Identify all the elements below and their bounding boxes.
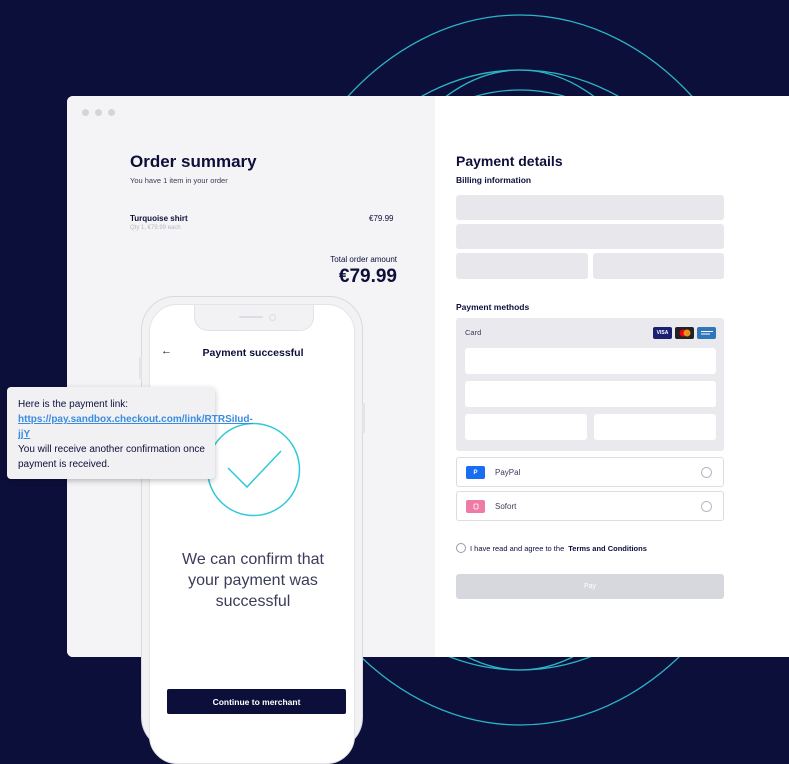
confirmation-text: We can confirm that your payment was suc… (182, 551, 324, 610)
terms-link[interactable]: Terms and Conditions (568, 544, 647, 553)
phone-side-button (362, 403, 365, 433)
phone-mockup: ← Payment successful We can confirm that… (139, 296, 365, 764)
continue-to-merchant-button[interactable]: Continue to merchant (167, 689, 346, 714)
item-qty: Qty 1, €79.99 each (130, 225, 181, 231)
window-dot[interactable] (108, 109, 115, 116)
payment-details-pane: Payment details Billing information Paym… (435, 96, 789, 657)
card-cvv-field[interactable] (594, 414, 716, 440)
billing-info-label: Billing information (456, 175, 532, 185)
phone-side-button (139, 357, 142, 379)
message-line-2: You will receive another confirmation on… (18, 444, 205, 470)
total-label: Total order amount (330, 255, 397, 264)
sofort-method[interactable]: Sofort (456, 491, 724, 521)
card-number-field[interactable] (465, 348, 716, 374)
payment-methods-label: Payment methods (456, 302, 530, 312)
phone-screen: ← Payment successful We can confirm that… (149, 304, 355, 764)
card-label: Card (465, 328, 482, 337)
amex-icon (697, 327, 716, 339)
payment-details-title: Payment details (456, 153, 563, 169)
sofort-icon (466, 500, 485, 513)
visa-icon: VISA (653, 327, 672, 339)
billing-field-3[interactable] (456, 253, 588, 279)
paypal-method[interactable]: P PayPal (456, 457, 724, 487)
phone-notch (194, 305, 314, 331)
speaker (239, 316, 263, 318)
message-line-1: Here is the payment link: (18, 399, 129, 410)
window-dot[interactable] (95, 109, 102, 116)
terms-text: I have read and agree to the (470, 543, 565, 553)
terms-radio[interactable] (456, 543, 466, 553)
window-dot[interactable] (82, 109, 89, 116)
sofort-label: Sofort (495, 502, 517, 511)
item-name: Turquoise shirt (130, 214, 188, 223)
sofort-radio[interactable] (701, 501, 712, 512)
billing-field-1[interactable] (456, 195, 724, 220)
paypal-radio[interactable] (701, 467, 712, 478)
card-expiry-field[interactable] (465, 414, 587, 440)
phone-title: Payment successful (202, 347, 304, 359)
card-method[interactable]: Card VISA (456, 318, 724, 451)
camera (269, 314, 276, 321)
window-controls (82, 109, 115, 116)
message-bubble: Here is the payment link: https://pay.sa… (7, 387, 253, 479)
paypal-icon: P (466, 466, 485, 479)
order-summary-subtitle: You have 1 item in your order (130, 176, 228, 185)
order-summary-title: Order summary (130, 152, 257, 171)
billing-field-2[interactable] (456, 224, 724, 249)
checkmark-icon (206, 422, 301, 517)
item-price: €79.99 (369, 214, 394, 223)
paypal-label: PayPal (495, 468, 521, 477)
billing-field-4[interactable] (593, 253, 724, 279)
pay-button[interactable]: Pay (456, 574, 724, 599)
card-logos: VISA (653, 327, 716, 339)
mastercard-icon (675, 327, 694, 339)
total-amount: €79.99 (338, 266, 397, 287)
terms-row: I have read and agree to the Terms and C… (456, 543, 647, 553)
card-name-field[interactable] (465, 381, 716, 407)
